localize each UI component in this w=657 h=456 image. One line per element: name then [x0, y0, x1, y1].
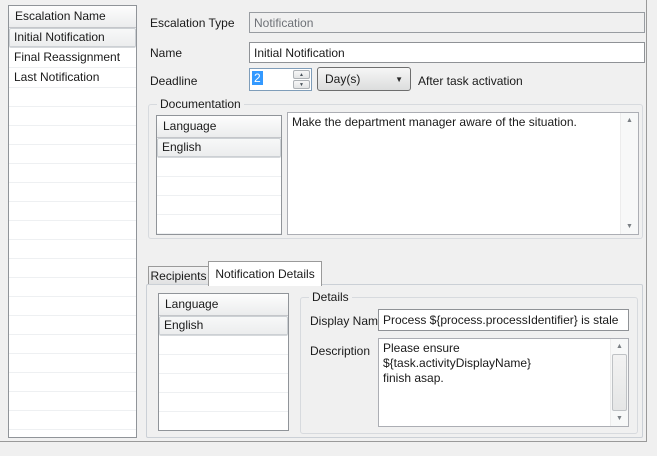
scroll-track[interactable] [621, 128, 638, 219]
deadline-unit-dropdown[interactable]: Day(s) ▼ [317, 67, 411, 91]
scroll-down-icon: ▼ [616, 415, 623, 422]
deadline-value-area[interactable]: 2 [250, 69, 292, 90]
description-scrollbar[interactable]: ▲ ▼ [610, 339, 628, 426]
deadline-unit-value: Day(s) [325, 72, 395, 86]
details-group-title: Details [309, 290, 352, 304]
scroll-up-icon: ▲ [626, 117, 633, 124]
tab-notification-details[interactable]: Notification Details [208, 261, 322, 286]
description-text[interactable]: Please ensure ${task.activityDisplayName… [379, 339, 610, 426]
spin-down-icon: ▼ [299, 82, 304, 88]
escalation-list[interactable]: Escalation Name Initial Notification Fin… [8, 5, 137, 438]
notification-language-header: Language [159, 294, 288, 316]
escalation-item-last-notification[interactable]: Last Notification [9, 68, 136, 88]
scroll-thumb[interactable] [612, 354, 627, 411]
documentation-language-header: Language [157, 116, 281, 138]
scroll-down-button[interactable]: ▼ [621, 219, 638, 234]
notification-language-empty-rows [159, 336, 288, 430]
documentation-textarea[interactable]: Make the department manager aware of the… [287, 112, 639, 235]
documentation-group-title: Documentation [157, 97, 244, 111]
spin-down-button[interactable]: ▼ [293, 80, 310, 89]
tab-recipients[interactable]: Recipients [148, 266, 209, 285]
spin-up-icon: ▲ [299, 72, 304, 78]
escalation-list-empty-rows [9, 88, 136, 437]
scroll-down-button[interactable]: ▼ [611, 411, 628, 426]
notification-language-list[interactable]: Language English [158, 293, 289, 431]
documentation-language-empty-rows [157, 158, 281, 234]
escalation-editor-window: Escalation Name Initial Notification Fin… [0, 0, 657, 456]
spin-up-button[interactable]: ▲ [293, 70, 310, 79]
deadline-suffix-label: After task activation [418, 74, 523, 88]
description-label: Description [310, 344, 370, 358]
escalation-type-field: Notification [249, 12, 645, 33]
documentation-language-english[interactable]: English [157, 138, 281, 158]
scroll-down-icon: ▼ [626, 223, 633, 230]
documentation-language-list[interactable]: Language English [156, 115, 282, 235]
deadline-label: Deadline [150, 74, 197, 88]
dropdown-arrow-icon: ▼ [395, 75, 403, 84]
notification-language-english[interactable]: English [159, 316, 288, 336]
name-label: Name [150, 46, 182, 60]
deadline-spinner[interactable]: 2 ▲ ▼ [249, 68, 312, 91]
escalation-type-label: Escalation Type [150, 16, 235, 30]
deadline-spin-buttons: ▲ ▼ [292, 69, 311, 90]
documentation-scrollbar[interactable]: ▲ ▼ [620, 113, 638, 234]
escalation-list-header: Escalation Name [9, 6, 136, 28]
name-field[interactable]: Initial Notification [249, 42, 645, 63]
display-name-field[interactable]: Process ${process.processIdentifier} is … [378, 309, 629, 331]
scroll-up-icon: ▲ [616, 343, 623, 350]
scroll-up-button[interactable]: ▲ [621, 113, 638, 128]
scroll-up-button[interactable]: ▲ [611, 339, 628, 354]
escalation-item-initial-notification[interactable]: Initial Notification [9, 28, 136, 48]
description-textarea[interactable]: Please ensure ${task.activityDisplayName… [378, 338, 629, 427]
deadline-value[interactable]: 2 [252, 71, 263, 85]
display-name-label: Display Name [310, 314, 385, 328]
escalation-item-final-reassignment[interactable]: Final Reassignment [9, 48, 136, 68]
documentation-text[interactable]: Make the department manager aware of the… [288, 113, 620, 234]
